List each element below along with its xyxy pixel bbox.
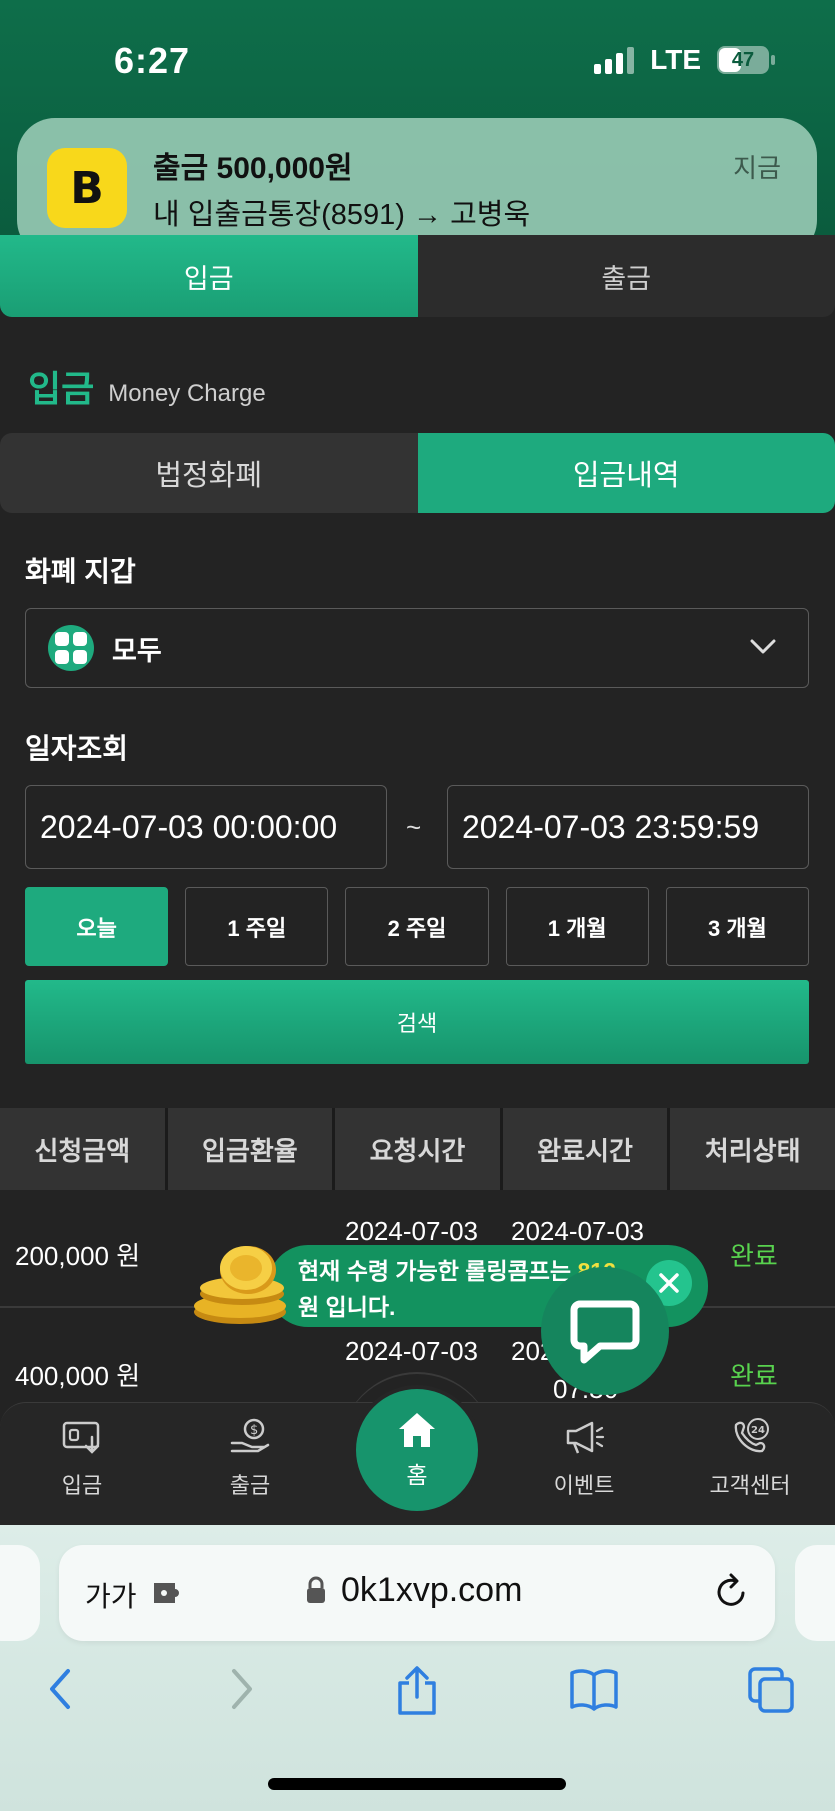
section-title: 입금 Money Charge (28, 360, 266, 412)
gold-coins-icon (194, 1246, 286, 1324)
table-header: 신청금액 입금환율 요청시간 완료시간 처리상태 (0, 1108, 835, 1190)
header-complete-time: 완료시간 (502, 1108, 668, 1190)
row-amount: 400,000 원 (15, 1361, 141, 1391)
reload-icon[interactable] (713, 1573, 749, 1611)
period-1month-button[interactable]: 1 개월 (505, 887, 649, 966)
nav-withdraw-label: 출금 (229, 1473, 271, 1498)
search-button[interactable]: 검색 (25, 980, 809, 1064)
nav-event-label: 이벤트 (553, 1473, 615, 1498)
battery-icon: 47 (717, 46, 775, 74)
notification-time: 지금 (733, 153, 781, 183)
signal-icon (594, 46, 635, 74)
wallet-select[interactable]: 모두 (25, 608, 809, 688)
chevron-down-icon (750, 639, 776, 654)
header-rate: 입금환율 (167, 1108, 333, 1190)
period-buttons: 오늘 1 주일 2 주일 1 개월 3 개월 (25, 887, 810, 966)
chat-button[interactable] (541, 1267, 669, 1395)
section-title-ko: 입금 (28, 368, 95, 409)
promo-text-1: 현재 수령 가능한 롤링콤프는 (298, 1258, 578, 1284)
close-icon (659, 1273, 679, 1293)
nav-support-label: 고객센터 (709, 1473, 791, 1498)
section-subtitle: Money Charge (108, 380, 266, 407)
nav-home[interactable]: 홈 (352, 1385, 482, 1515)
main-tabs: 입금 출금 (0, 235, 835, 317)
lock-icon (307, 1576, 325, 1603)
support-24-icon: 24 (734, 1418, 769, 1453)
wallet-selected: 모두 (112, 635, 162, 666)
deposit-icon (62, 1421, 100, 1454)
back-icon[interactable] (44, 1665, 76, 1713)
wallet-label: 화폐 지갑 (25, 556, 136, 587)
end-date-input[interactable]: 2024-07-03 23:59:59 (447, 785, 809, 869)
nav-event[interactable]: 이벤트 (524, 1417, 644, 1500)
date-separator: ~ (406, 812, 422, 842)
forward-icon[interactable] (226, 1665, 258, 1713)
bookmarks-icon[interactable] (568, 1665, 620, 1713)
chat-bubble-icon (570, 1300, 640, 1364)
status-time: 6:27 (114, 40, 191, 81)
tab-withdraw[interactable]: 출금 (417, 235, 835, 317)
nav-withdraw[interactable]: $ 출금 (190, 1417, 310, 1500)
share-icon[interactable] (394, 1665, 440, 1717)
period-today-button[interactable]: 오늘 (25, 887, 169, 966)
row-amount: 200,000 원 (15, 1241, 141, 1271)
tabs-icon[interactable] (746, 1665, 796, 1715)
row-status: 완료 (730, 1361, 778, 1391)
row-request-time: 2024-07-03 (345, 1336, 478, 1366)
network-label: LTE (650, 44, 701, 75)
url-text: 0k1xvp.com (341, 1571, 523, 1609)
extension-icon[interactable] (151, 1579, 187, 1607)
svg-text:$: $ (250, 1423, 258, 1438)
row-status: 완료 (730, 1241, 778, 1271)
row-complete-time: 2024-07-03 (511, 1216, 644, 1246)
header-status: 처리상태 (670, 1108, 835, 1190)
next-tab[interactable] (795, 1545, 835, 1641)
nav-deposit-label: 입금 (61, 1473, 103, 1498)
date-search-label: 일자조회 (25, 733, 129, 764)
status-indicators: LTE 47 (594, 44, 775, 76)
row-request-time: 2024-07-03 (345, 1216, 478, 1246)
nav-support[interactable]: 24 고객센터 (690, 1417, 810, 1500)
browser-toolbar (0, 1665, 835, 1737)
browser-chrome: 가가 0k1xvp.com (0, 1525, 835, 1811)
text-size-button[interactable]: 가가 (85, 1575, 137, 1615)
nav-home-label: 홈 (406, 1462, 428, 1488)
tab-deposit[interactable]: 입금 (0, 235, 418, 317)
home-icon (399, 1413, 435, 1447)
battery-level: 47 (731, 48, 755, 71)
address-bar[interactable]: 가가 0k1xvp.com (59, 1545, 775, 1641)
previous-tab[interactable] (0, 1545, 40, 1641)
withdraw-icon: $ (230, 1418, 270, 1453)
nav-deposit[interactable]: 입금 (22, 1417, 142, 1500)
grid-icon (48, 625, 94, 671)
start-date-input[interactable]: 2024-07-03 00:00:00 (25, 785, 387, 869)
megaphone-icon (566, 1421, 605, 1454)
period-1week-button[interactable]: 1 주일 (185, 887, 329, 966)
app-icon: B (47, 148, 127, 228)
header-request-time: 요청시간 (335, 1108, 500, 1190)
notification-title: 출금 500,000원 (153, 152, 353, 185)
notification-body: 내 입출금통장(8591) → 고병욱 (153, 199, 531, 231)
home-indicator (268, 1778, 566, 1790)
header-amount: 신청금액 (0, 1108, 165, 1190)
period-3month-button[interactable]: 3 개월 (665, 887, 810, 966)
support-badge: 24 (751, 1425, 765, 1436)
sub-tabs: 법정화폐 입금내역 (0, 433, 835, 513)
period-2week-button[interactable]: 2 주일 (345, 887, 489, 966)
tab-deposit-history[interactable]: 입금내역 (417, 433, 835, 513)
tab-fiat[interactable]: 법정화폐 (0, 433, 418, 513)
